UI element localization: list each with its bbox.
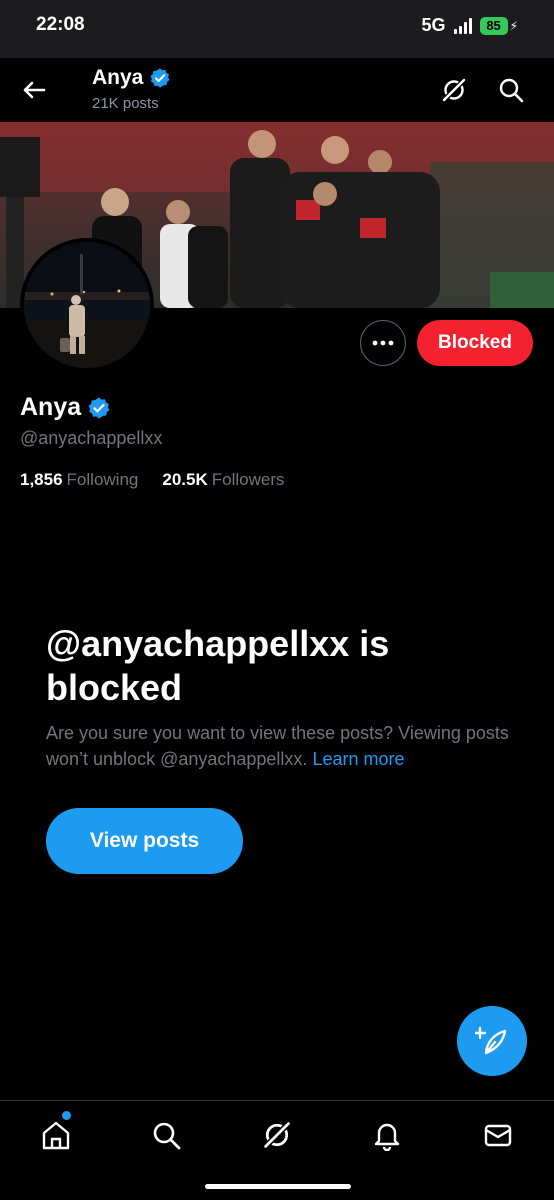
network-type: 5G [421,15,446,35]
grok-icon [442,78,466,102]
avatar-image [24,242,150,368]
grok-icon [263,1121,291,1149]
battery-level: 85 [479,16,508,35]
more-options-button[interactable] [360,320,406,366]
back-button[interactable] [18,74,50,106]
status-indicators: 5G 85 ⚡ [422,15,518,36]
avatar[interactable] [20,238,154,372]
home-icon [42,1121,70,1150]
followers-link[interactable]: 20.5K Followers [162,470,284,490]
header-name-text: Anya [92,66,144,89]
learn-more-link[interactable]: Learn more [312,749,404,769]
search-icon [153,1122,181,1150]
home-notification-dot [62,1111,71,1120]
back-arrow-icon [23,81,46,99]
search-button[interactable] [497,76,525,104]
grok-button[interactable] [440,76,468,104]
following-link[interactable]: 1,856 Following [20,470,138,490]
profile-name: Anya [20,393,111,422]
verified-badge-icon [150,68,170,88]
nav-messages[interactable] [480,1117,516,1153]
blocked-description-text: Are you sure you want to view these post… [46,723,509,769]
followers-count: 20.5K [162,470,208,489]
compose-button[interactable] [457,1006,527,1076]
followers-label: Followers [211,470,285,489]
following-label: Following [66,470,139,489]
following-count: 1,856 [20,470,63,489]
profile-handle: @anyachappellxx [20,428,163,448]
status-time: 22:08 [36,14,85,35]
compose-post-icon [475,1026,507,1055]
profile-stats: 1,856 Following 20.5K Followers [20,470,284,490]
blocked-button[interactable]: Blocked [417,320,533,366]
profile-name-text: Anya [20,393,82,421]
header-name: Anya [92,66,171,90]
nav-search[interactable] [148,1117,184,1153]
status-bar: 22:08 5G 85 ⚡ [0,0,554,58]
charging-icon: ⚡ [509,18,518,33]
nav-grok[interactable] [259,1117,295,1153]
signal-icon [453,17,472,34]
posts-count: 21K posts [92,95,159,112]
notifications-icon [374,1123,400,1151]
messages-icon [484,1124,512,1147]
blocked-title: @anyachappellxx is blocked [46,623,390,708]
more-horizontal-icon [372,340,394,346]
battery-icon: 85 ⚡ [479,16,518,35]
home-indicator[interactable] [205,1184,351,1189]
search-icon [499,78,524,103]
nav-notifications[interactable] [369,1117,405,1153]
verified-badge-icon [88,397,110,418]
view-posts-button[interactable]: View posts [46,808,243,874]
blocked-description: Are you sure you want to view these post… [46,720,516,772]
profile-header: Anya 21K posts [0,58,554,122]
nav-home[interactable] [38,1117,74,1153]
